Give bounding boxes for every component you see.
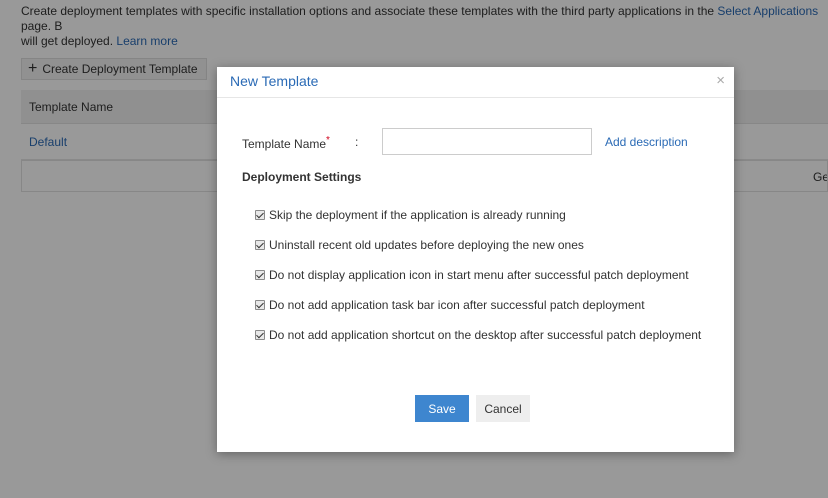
required-marker: * xyxy=(326,135,330,146)
option-uninstall-old-updates[interactable]: Uninstall recent old updates before depl… xyxy=(255,238,584,252)
template-name-label-text: Template Name xyxy=(242,137,327,151)
template-name-label: Template Name* xyxy=(242,135,330,151)
checkbox-checked-icon[interactable] xyxy=(255,300,265,310)
option-no-taskbar-icon[interactable]: Do not add application task bar icon aft… xyxy=(255,298,645,312)
checkbox-checked-icon[interactable] xyxy=(255,270,265,280)
dialog-title: New Template xyxy=(230,73,319,89)
option-label: Do not display application icon in start… xyxy=(269,268,689,282)
checkbox-checked-icon[interactable] xyxy=(255,330,265,340)
option-skip-if-running[interactable]: Skip the deployment if the application i… xyxy=(255,208,566,222)
template-name-input[interactable] xyxy=(382,128,592,155)
close-icon[interactable]: × xyxy=(716,72,725,89)
label-colon: : xyxy=(355,135,359,149)
option-label: Skip the deployment if the application i… xyxy=(269,208,566,222)
new-template-dialog: New Template × Template Name* : Add desc… xyxy=(217,67,734,452)
option-no-desktop-shortcut[interactable]: Do not add application shortcut on the d… xyxy=(255,328,701,342)
option-label: Do not add application task bar icon aft… xyxy=(269,298,645,312)
checkbox-checked-icon[interactable] xyxy=(255,240,265,250)
save-button[interactable]: Save xyxy=(415,395,469,422)
deployment-settings-heading: Deployment Settings xyxy=(242,170,362,184)
dialog-header: New Template × xyxy=(217,67,734,98)
option-label: Uninstall recent old updates before depl… xyxy=(269,238,584,252)
option-no-start-menu-icon[interactable]: Do not display application icon in start… xyxy=(255,268,689,282)
add-description-link[interactable]: Add description xyxy=(605,135,688,149)
checkbox-checked-icon[interactable] xyxy=(255,210,265,220)
option-label: Do not add application shortcut on the d… xyxy=(269,328,702,342)
cancel-button[interactable]: Cancel xyxy=(476,395,530,422)
